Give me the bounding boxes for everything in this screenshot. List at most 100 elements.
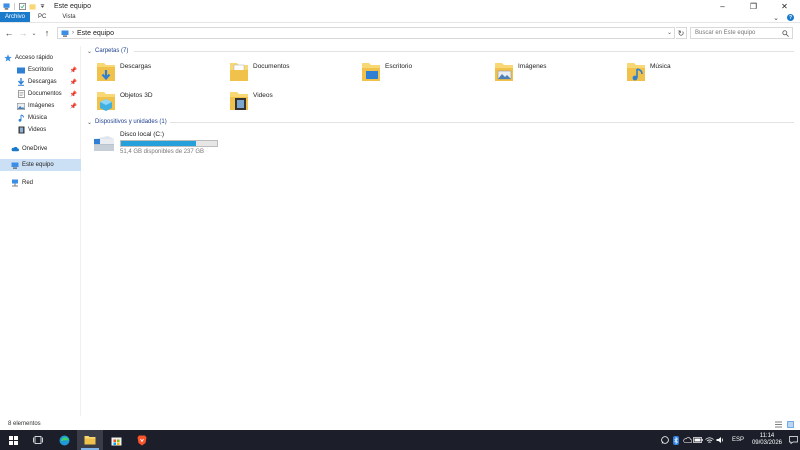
hard-drive-icon: [94, 136, 114, 151]
pin-icon[interactable]: 📌: [70, 103, 77, 110]
properties-icon[interactable]: [19, 2, 26, 10]
customize-qat-icon[interactable]: [39, 3, 46, 10]
drive-usage-fill: [121, 141, 197, 146]
up-button[interactable]: ↑: [41, 26, 53, 40]
sidebar-item-este-equipo[interactable]: Este equipo: [0, 159, 81, 171]
documents-folder-icon: [230, 63, 248, 81]
pin-icon[interactable]: 📌: [70, 79, 77, 86]
group-header-devices[interactable]: ⌄ Dispositivos y unidades (1): [87, 117, 167, 127]
cloud-tray-icon[interactable]: [682, 430, 693, 450]
edge-taskbar-button[interactable]: [51, 430, 77, 450]
pin-icon[interactable]: 📌: [70, 67, 77, 74]
folder-imagenes[interactable]: Imágenes: [494, 58, 614, 84]
sidebar-item-imagenes[interactable]: Imágenes 📌: [0, 100, 81, 112]
bluetooth-icon[interactable]: [671, 430, 682, 450]
group-divider: [170, 122, 794, 123]
system-tray: ESP 11:14 09/03/2026: [660, 430, 800, 450]
folder-escritorio[interactable]: Escritorio: [361, 58, 481, 84]
group-title: Dispositivos y unidades (1): [95, 119, 167, 125]
folder-descargas[interactable]: Descargas: [96, 58, 216, 84]
details-view-icon[interactable]: [775, 421, 782, 428]
videos-icon: [17, 126, 25, 134]
file-explorer-taskbar-button[interactable]: [77, 430, 103, 450]
download-icon: [17, 78, 25, 86]
chevron-down-icon[interactable]: ⌄: [87, 48, 92, 55]
battery-icon[interactable]: [693, 430, 704, 450]
expand-ribbon-icon[interactable]: ⌄: [773, 14, 779, 22]
sidebar-item-quick-access[interactable]: Acceso rápido: [0, 52, 81, 64]
chevron-down-icon[interactable]: ⌄: [87, 119, 92, 126]
pc-icon: [11, 161, 19, 169]
folder-videos[interactable]: Videos: [229, 87, 349, 113]
sidebar-item-label: Música: [28, 115, 48, 121]
folder-label: Escritorio: [385, 62, 413, 70]
sidebar-item-onedrive[interactable]: OneDrive: [0, 143, 81, 155]
folder-label: Imágenes: [518, 62, 547, 70]
sidebar-item-musica[interactable]: Música: [0, 112, 81, 124]
pin-icon[interactable]: 📌: [70, 91, 77, 98]
store-icon: [111, 437, 121, 445]
sidebar-item-documentos[interactable]: Documentos 📌: [0, 88, 81, 100]
back-button[interactable]: ←: [3, 26, 15, 40]
new-folder-icon[interactable]: [29, 3, 36, 10]
cloud-icon: [11, 145, 19, 153]
language-indicator[interactable]: ESP: [732, 437, 744, 443]
separator: [14, 2, 15, 10]
wifi-icon[interactable]: [704, 430, 715, 450]
brave-taskbar-button[interactable]: [129, 430, 155, 450]
forward-button[interactable]: →: [17, 26, 29, 40]
desktop-icon: [17, 66, 25, 74]
notifications-button[interactable]: [786, 430, 800, 450]
whatsapp-icon[interactable]: [660, 430, 671, 450]
folder-label: Objetos 3D: [120, 91, 153, 99]
sidebar-item-red[interactable]: Red: [0, 177, 81, 189]
drive-c[interactable]: Disco local (C:) 51,4 GB disponibles de …: [92, 131, 232, 157]
window-controls: – ❐ ✕: [707, 0, 800, 12]
sidebar-item-label: Acceso rápido: [15, 55, 54, 61]
title-bar: Este equipo – ❐ ✕: [0, 0, 800, 12]
sidebar-item-videos[interactable]: Videos: [0, 124, 81, 136]
sidebar-item-descargas[interactable]: Descargas 📌: [0, 76, 81, 88]
clock-time: 11:14: [759, 433, 775, 439]
store-taskbar-button[interactable]: [103, 430, 129, 450]
clock[interactable]: 11:14 09/03/2026: [752, 433, 782, 447]
drive-usage-bar: [120, 140, 218, 147]
drive-free-space: 51,4 GB disponibles de 237 GB: [120, 149, 205, 155]
group-header-folders[interactable]: ⌄ Carpetas (7): [87, 46, 128, 56]
folder-icon: [84, 436, 96, 445]
start-button[interactable]: [0, 430, 26, 450]
sidebar-item-label: Imágenes: [28, 103, 55, 109]
search-input[interactable]: Buscar en Este equipo: [690, 27, 793, 39]
task-view-button[interactable]: [25, 430, 51, 450]
folder-objetos-3d[interactable]: Objetos 3D: [96, 87, 216, 113]
tab-vista[interactable]: Vista: [54, 12, 83, 22]
address-dropdown-icon[interactable]: ⌄: [667, 28, 672, 39]
minimize-button[interactable]: –: [707, 0, 738, 12]
view-buttons: [775, 421, 794, 428]
ribbon-tabs: Archivo PC Vista ⌄ ?: [0, 12, 800, 23]
search-icon: [782, 30, 789, 37]
volume-icon[interactable]: [715, 430, 726, 450]
sidebar-item-label: Documentos: [28, 91, 62, 97]
tab-archivo[interactable]: Archivo: [0, 12, 31, 22]
refresh-button[interactable]: ↻: [676, 27, 687, 39]
maximize-button[interactable]: ❐: [738, 0, 769, 12]
large-icons-view-icon[interactable]: [787, 421, 794, 428]
task-view-icon: [33, 436, 43, 444]
help-icon[interactable]: ?: [787, 14, 794, 21]
recent-locations-button[interactable]: ⌄: [30, 26, 38, 40]
close-button[interactable]: ✕: [769, 0, 800, 12]
sidebar-item-escritorio[interactable]: Escritorio 📌: [0, 64, 81, 76]
group-title: Carpetas (7): [95, 48, 129, 54]
folder-documentos[interactable]: Documentos: [229, 58, 349, 84]
group-divider: [134, 51, 794, 52]
folder-musica[interactable]: Música: [626, 58, 746, 84]
address-bar[interactable]: › Este equipo ⌄: [57, 27, 675, 39]
documents-icon: [17, 90, 25, 98]
drive-name: Disco local (C:): [120, 131, 165, 138]
chevron-right-icon[interactable]: ›: [72, 30, 74, 36]
tab-pc[interactable]: PC: [30, 12, 54, 22]
pictures-icon: [17, 102, 25, 110]
address-path[interactable]: Este equipo: [77, 30, 114, 37]
sidebar-item-label: Escritorio: [28, 67, 54, 73]
